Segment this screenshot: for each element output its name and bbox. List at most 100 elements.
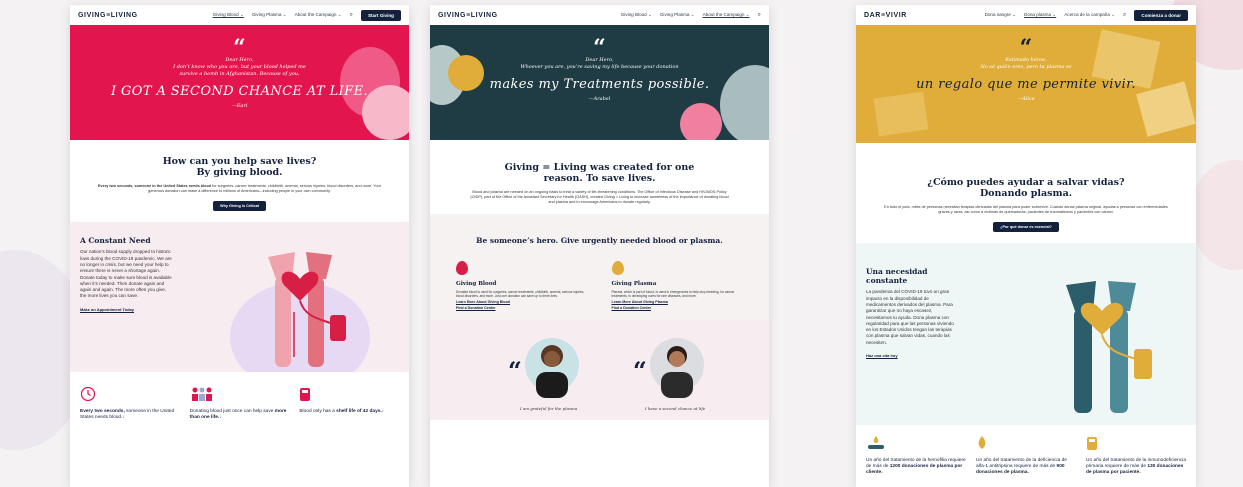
- nav-dona-sangre[interactable]: Dona sangre ⌄: [985, 12, 1016, 18]
- about-body: Blood and plasma are needed on an ongoin…: [470, 190, 729, 205]
- por-que-donar-button[interactable]: ¿Por qué donar es esencial?: [993, 222, 1059, 233]
- stat-rest: Blood only has a: [299, 409, 337, 415]
- nav-acerca-campana[interactable]: Acerca de la campaña ⌄: [1064, 12, 1115, 18]
- nav-links: Giving Blood ⌄ Giving Plasma ⌄ About the…: [213, 9, 401, 21]
- giving-plasma-title: Giving Plasma: [611, 280, 657, 287]
- find-donation-center-link[interactable]: Find a Donation Center: [612, 306, 744, 310]
- plasma-bag-icon: [1087, 437, 1097, 451]
- blood-bag-icon: [300, 388, 311, 402]
- site-logo[interactable]: DAR≡VIVIR: [864, 12, 907, 19]
- learn-more-plasma-link[interactable]: Learn More About Giving Plasma: [612, 300, 744, 304]
- testimonial-portrait-2: [661, 346, 693, 399]
- stats-row: Un año del tratamiento de la hemofilia r…: [856, 425, 1196, 487]
- help-section: How can you help save lives? By giving b…: [70, 140, 409, 222]
- stat-item: Blood only has a shelf life of 42 days.↓: [299, 386, 399, 421]
- help-title-1: ¿Cómo puedes ayudar a salvar vidas?: [927, 177, 1125, 188]
- top-nav: GIVING≡LIVING Giving Blood ⌄ Giving Plas…: [430, 5, 769, 25]
- site-logo[interactable]: GIVING≡LIVING: [438, 12, 498, 19]
- stats-row: Every two seconds, someone in the United…: [70, 372, 409, 435]
- stat-text: Blood only has a shelf life of 42 days.↓: [299, 409, 399, 415]
- help-title-2: By giving blood.: [196, 167, 283, 178]
- giving-blood-title: Giving Blood: [456, 280, 497, 287]
- be-a-hero-section: Be someone’s hero. Give urgently needed …: [430, 213, 769, 321]
- stat-item: Donating blood just once can help save m…: [190, 386, 290, 421]
- about-title-1: Giving = Living was created for one: [504, 162, 695, 173]
- testimonial-quote-1: I am grateful for the plasma: [520, 406, 578, 412]
- giving-plasma-column: Giving Plasma Plasma, which is part of b…: [611, 260, 744, 310]
- hero-line-1: Dear Hero,: [585, 57, 614, 63]
- hero-line-3: survive a bomb in Afghanistan. Because o…: [179, 71, 300, 77]
- search-icon[interactable]: ⌕: [350, 12, 353, 19]
- learn-more-blood-link[interactable]: Learn More About Giving Blood: [456, 300, 588, 304]
- nav-giving-blood[interactable]: Giving Blood ⌄: [213, 12, 244, 18]
- constant-need-section: A Constant Need Our nation’s blood suppl…: [70, 222, 409, 373]
- hands-heart-illustration: [268, 252, 346, 368]
- hero-banner: “ Estimado héroe, No sé quién eres, pero…: [856, 25, 1196, 143]
- stat-rest: Donating blood just once can help save: [189, 409, 275, 415]
- stat-text: Un año del tratamiento de la hemofilia r…: [866, 458, 966, 476]
- start-giving-button[interactable]: Start Giving: [360, 9, 401, 21]
- stat-tail: ↓: [219, 415, 222, 421]
- hero-headline: I GOT A SECOND CHANCE AT LIFE.: [110, 84, 369, 99]
- background-circle: [1190, 160, 1243, 270]
- nav-giving-blood[interactable]: Giving Blood ⌄: [621, 12, 652, 18]
- stat-text: Donating blood just once can help save m…: [190, 409, 290, 421]
- testimonial-quote-mark-icon: “: [633, 356, 647, 386]
- nav-about-campaign[interactable]: About the Campaign ⌄: [295, 12, 342, 18]
- top-nav: DAR≡VIVIR Dona sangre ⌄ Dona plasma ⌄ Ac…: [856, 5, 1196, 25]
- help-section: ¿Cómo puedes ayudar a salvar vidas? Dona…: [856, 143, 1196, 243]
- help-body: Every two seconds, someone in the United…: [98, 184, 381, 194]
- blood-drop-icon: [456, 260, 468, 275]
- site-logo[interactable]: GIVING≡LIVING: [78, 12, 138, 19]
- need-title: Una necesidad constante: [866, 267, 928, 286]
- people-icon: [191, 387, 212, 402]
- stat-item: Un año del tratamiento de la deficiencia…: [976, 435, 1076, 476]
- clock-icon: [80, 387, 96, 402]
- panel-giving-blood-home: GIVING≡LIVING Giving Blood ⌄ Giving Plas…: [70, 5, 409, 487]
- giving-blood-column: Giving Blood Donated blood is used for s…: [456, 260, 588, 310]
- stat-text: Un año del tratamiento de la inmunodefic…: [1086, 458, 1186, 476]
- nav-giving-plasma[interactable]: Giving Plasma ⌄: [252, 12, 287, 18]
- search-icon[interactable]: ⌕: [1123, 12, 1126, 19]
- nav-links: Giving Blood ⌄ Giving Plasma ⌄ About the…: [621, 12, 761, 19]
- panel-spanish-plasma: DAR≡VIVIR Dona sangre ⌄ Dona plasma ⌄ Ac…: [856, 5, 1196, 487]
- stat-text: Un año del tratamiento de la deficiencia…: [976, 458, 1076, 476]
- help-title-2: Donando plasma.: [979, 188, 1073, 199]
- help-body-bold: Every two seconds, someone in the United…: [98, 184, 212, 188]
- hero-signature: —Alice: [1017, 96, 1035, 102]
- nav-about-campaign[interactable]: About the Campaign ⌄: [703, 12, 750, 18]
- about-title-2: reason. To save lives.: [543, 173, 656, 184]
- hands-heart-illustration: [1066, 281, 1152, 414]
- hero-line-1: Estimado héroe,: [1005, 57, 1047, 63]
- donation-columns: Giving Blood Donated blood is used for s…: [456, 260, 744, 310]
- hero-line-2: Whoever you are, you’re saving my life b…: [520, 64, 679, 70]
- hero-headline: makes my Treatments possible.: [489, 77, 710, 92]
- stat-item: Un año del tratamiento de la inmunodefic…: [1086, 435, 1186, 476]
- stat-item: Every two seconds, someone in the United…: [80, 386, 180, 421]
- nav-giving-plasma[interactable]: Giving Plasma ⌄: [660, 12, 695, 18]
- plasma-drop-icon: [978, 436, 986, 450]
- hero-blob: [680, 103, 722, 140]
- hero-line-1: Dear Hero,: [225, 57, 254, 63]
- need-body: La pandemia del COVID-19 tuvo un gran im…: [866, 289, 954, 345]
- help-body: En todo el país, miles de personas neces…: [884, 205, 1168, 215]
- hero-line-2: No sé quién eres, pero tu plasma es: [980, 64, 1072, 70]
- stat-bold: Every two seconds,: [80, 409, 125, 415]
- find-donation-center-link[interactable]: Find a Donation Center: [456, 306, 588, 310]
- plasma-drop-icon: [611, 260, 624, 275]
- stat-bold: shelf life of 42 days.: [336, 409, 382, 415]
- stat-rest: Un año del tratamiento de la deficiencia…: [976, 458, 1067, 470]
- comienza-a-donar-button[interactable]: Comienza a donar: [1134, 9, 1188, 21]
- why-giving-critical-button[interactable]: Why Giving is Critical: [212, 201, 267, 212]
- hand-drop-icon: [868, 436, 884, 450]
- hero-signature: —Earl: [231, 103, 248, 109]
- stat-text: Every two seconds, someone in the United…: [80, 409, 180, 421]
- nav-dona-plasma[interactable]: Dona plasma ⌄: [1024, 12, 1056, 18]
- help-title-1: How can you help save lives?: [162, 156, 317, 167]
- stat-tail: ↓: [381, 409, 385, 415]
- testimonial-quote-2: I have a second chance at life: [645, 406, 706, 412]
- hero-signature: —Arabel: [588, 96, 611, 102]
- about-section: Giving = Living was created for one reas…: [430, 140, 769, 214]
- search-icon[interactable]: ⌕: [758, 12, 761, 19]
- giving-plasma-body: Plasma, which is part of blood, is used …: [611, 289, 735, 299]
